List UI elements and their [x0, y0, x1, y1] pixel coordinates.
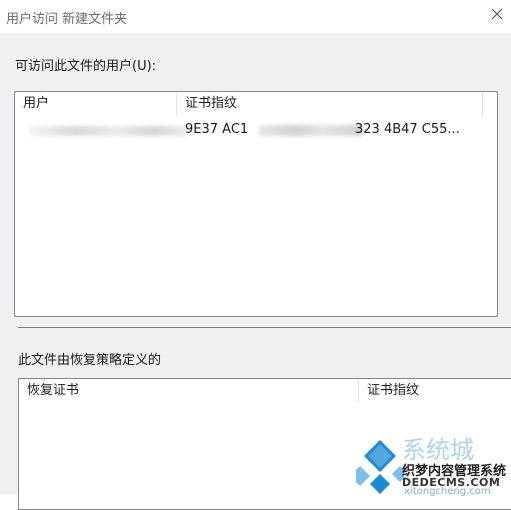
redacted-user-name — [29, 126, 187, 136]
table-row[interactable]: 9E37 AC1 323 4B47 C55... — [15, 120, 497, 140]
recovery-list-header: 恢复证书 证书指纹 — [19, 379, 511, 403]
users-list-header: 用户 证书指纹 — [15, 92, 497, 116]
column-header-recovery-thumbprint[interactable]: 证书指纹 — [359, 379, 511, 403]
window-title: 用户访问 新建文件夹 — [6, 12, 128, 27]
users-list[interactable]: 用户 证书指纹 9E37 AC1 323 4B47 C55... — [14, 91, 498, 317]
watermark: 系统城 织梦内容管理系统 DEDECMS.COM xitongcheng.com — [356, 436, 511, 497]
column-header-recovery-cert[interactable]: 恢复证书 — [19, 379, 359, 403]
thumbprint-start: 9E37 AC1 — [185, 122, 249, 137]
close-button[interactable] — [481, 0, 511, 30]
column-header-thumbprint[interactable]: 证书指纹 — [177, 92, 483, 116]
section-divider — [18, 327, 511, 328]
users-label: 可访问此文件的用户(U): — [15, 59, 157, 74]
recovery-label: 此文件由恢复策略定义的 — [18, 353, 162, 368]
redacted-thumbprint — [259, 125, 363, 136]
thumbprint-end: 323 4B47 C55... — [355, 122, 460, 137]
column-header-user[interactable]: 用户 — [15, 92, 177, 116]
dialog-body: 可访问此文件的用户(U): 用户 证书指纹 9E37 AC1 323 4B47 … — [0, 33, 511, 510]
windows-logo-icon — [356, 440, 404, 494]
watermark-site: xitongcheng.com — [404, 486, 491, 497]
close-icon — [491, 8, 503, 20]
user-cell — [23, 120, 187, 140]
title-bar: 用户访问 新建文件夹 — [0, 0, 511, 33]
